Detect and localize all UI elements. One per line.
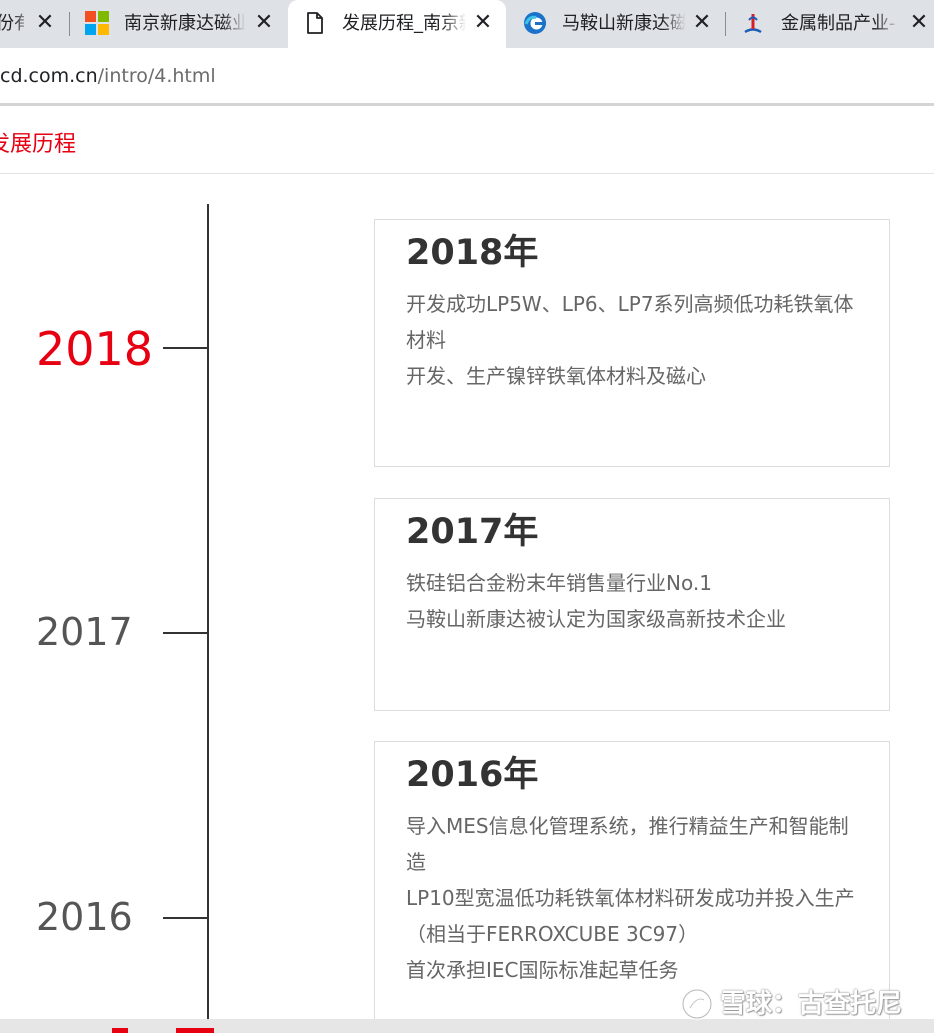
tab-separator	[725, 12, 726, 36]
card-description: 导入MES信息化管理系统，推行精益生产和智能制造 LP10型宽温低功耗铁氧体材料…	[406, 808, 866, 988]
card-line: 马鞍山新康达被认定为国家级高新技术企业	[406, 607, 786, 631]
browser-tab-1[interactable]: 南京新康达磁业 ✕	[70, 0, 286, 48]
watermark: 雪球：古查托尼	[680, 985, 902, 1023]
card-title: 2016年	[406, 755, 539, 795]
tab-title-fade	[222, 8, 246, 40]
section-divider	[0, 173, 934, 174]
tab-title-fade	[662, 8, 686, 40]
browser-tab-2-active[interactable]: 发展历程_南京新 ✕	[288, 0, 506, 48]
browser-tab-0[interactable]: 份有 ✕	[0, 0, 68, 48]
card-line: 开发成功LP5W、LP6、LP7系列高频低功耗铁氧体材料	[406, 292, 854, 352]
timeline-axis	[207, 204, 209, 1033]
browser-tab-3[interactable]: 马鞍山新康达磁 ✕	[508, 0, 724, 48]
document-icon	[303, 11, 327, 35]
browser-tab-4[interactable]: 金属制品产业-( ✕	[727, 0, 934, 48]
address-bar[interactable]: cd.com.cn/intro/4.html	[0, 48, 934, 103]
url-host: cd.com.cn	[0, 65, 98, 87]
card-line: 导入MES信息化管理系统，推行精益生产和智能制造	[406, 814, 849, 874]
card-line: 开发、生产镍锌铁氧体材料及磁心	[406, 364, 706, 388]
toolbar-divider	[0, 103, 934, 106]
card-description: 铁硅铝合金粉末年销售量行业No.1 马鞍山新康达被认定为国家级高新技术企业	[406, 565, 866, 637]
card-line: 铁硅铝合金粉末年销售量行业No.1	[406, 571, 712, 595]
watermark-text: 雪球：古查托尼	[720, 989, 903, 1019]
close-tab-icon[interactable]: ✕	[252, 11, 276, 35]
browser-tab-strip: 份有 ✕ 南京新康达磁业 ✕ 发展历程_南京新 ✕	[0, 0, 934, 48]
close-tab-icon[interactable]: ✕	[471, 11, 495, 35]
section-title: 发展历程	[0, 132, 77, 157]
timeline-tick	[163, 347, 208, 349]
url-text[interactable]: cd.com.cn/intro/4.html	[0, 63, 216, 89]
edge-browser-icon	[523, 11, 547, 35]
timeline-tick	[163, 917, 208, 919]
card-description: 开发成功LP5W、LP6、LP7系列高频低功耗铁氧体材料 开发、生产镍锌铁氧体材…	[406, 286, 866, 394]
close-tab-icon[interactable]: ✕	[907, 11, 931, 35]
card-title: 2017年	[406, 512, 539, 552]
site-logo-icon	[741, 11, 765, 35]
close-tab-icon[interactable]: ✕	[690, 11, 714, 35]
bottom-accent-mark	[176, 1028, 214, 1033]
close-tab-icon[interactable]: ✕	[33, 11, 57, 35]
tab-title-fade	[875, 8, 899, 40]
bottom-accent-mark	[112, 1028, 128, 1033]
timeline-card-2018: 2018年 开发成功LP5W、LP6、LP7系列高频低功耗铁氧体材料 开发、生产…	[374, 219, 890, 467]
timeline-year-2016[interactable]: 2016	[36, 894, 133, 940]
microsoft-logo-icon	[85, 11, 109, 35]
timeline-year-2017[interactable]: 2017	[36, 609, 133, 655]
card-line: LP10型宽温低功耗铁氧体材料研发成功并投入生产（相当于FERROXCUBE 3…	[406, 886, 855, 946]
timeline-year-2018[interactable]: 2018	[36, 322, 153, 376]
card-title: 2018年	[406, 233, 539, 273]
timeline-tick	[163, 632, 208, 634]
card-line: 首次承担IEC国际标准起草任务	[406, 958, 679, 982]
tab-title-fade	[442, 8, 466, 40]
snowball-logo-icon	[680, 987, 714, 1021]
url-path: /intro/4.html	[97, 65, 216, 87]
timeline-card-2017: 2017年 铁硅铝合金粉末年销售量行业No.1 马鞍山新康达被认定为国家级高新技…	[374, 498, 890, 711]
